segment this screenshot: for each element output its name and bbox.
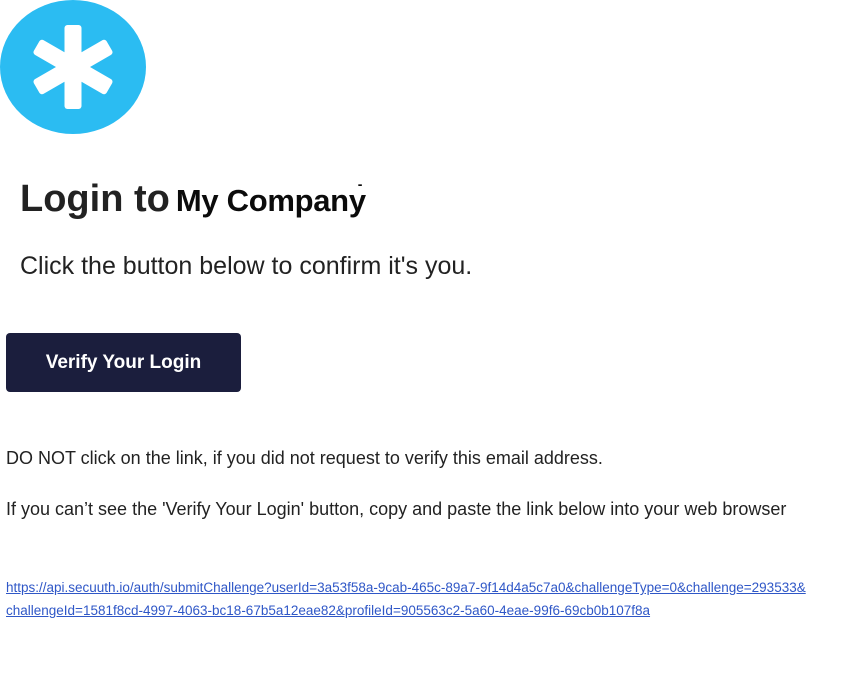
- page-title: Login to My Company-: [20, 176, 370, 221]
- verification-link[interactable]: https://api.secuuth.io/auth/submitChalle…: [6, 580, 806, 618]
- title-prefix: Login to: [20, 178, 170, 220]
- warning-text: DO NOT click on the link, if you did not…: [6, 448, 603, 468]
- fallback-instructions: If you can’t see the 'Verify Your Login'…: [6, 499, 787, 519]
- company-name-mark: -: [357, 176, 363, 192]
- verification-link-container: https://api.secuuth.io/auth/submitChalle…: [6, 576, 806, 622]
- asterisk-icon: [0, 0, 146, 134]
- company-logo: [0, 0, 146, 134]
- company-name: My Company: [175, 183, 366, 218]
- verify-login-button[interactable]: Verify Your Login: [6, 333, 241, 392]
- subtitle: Click the button below to confirm it's y…: [20, 252, 473, 280]
